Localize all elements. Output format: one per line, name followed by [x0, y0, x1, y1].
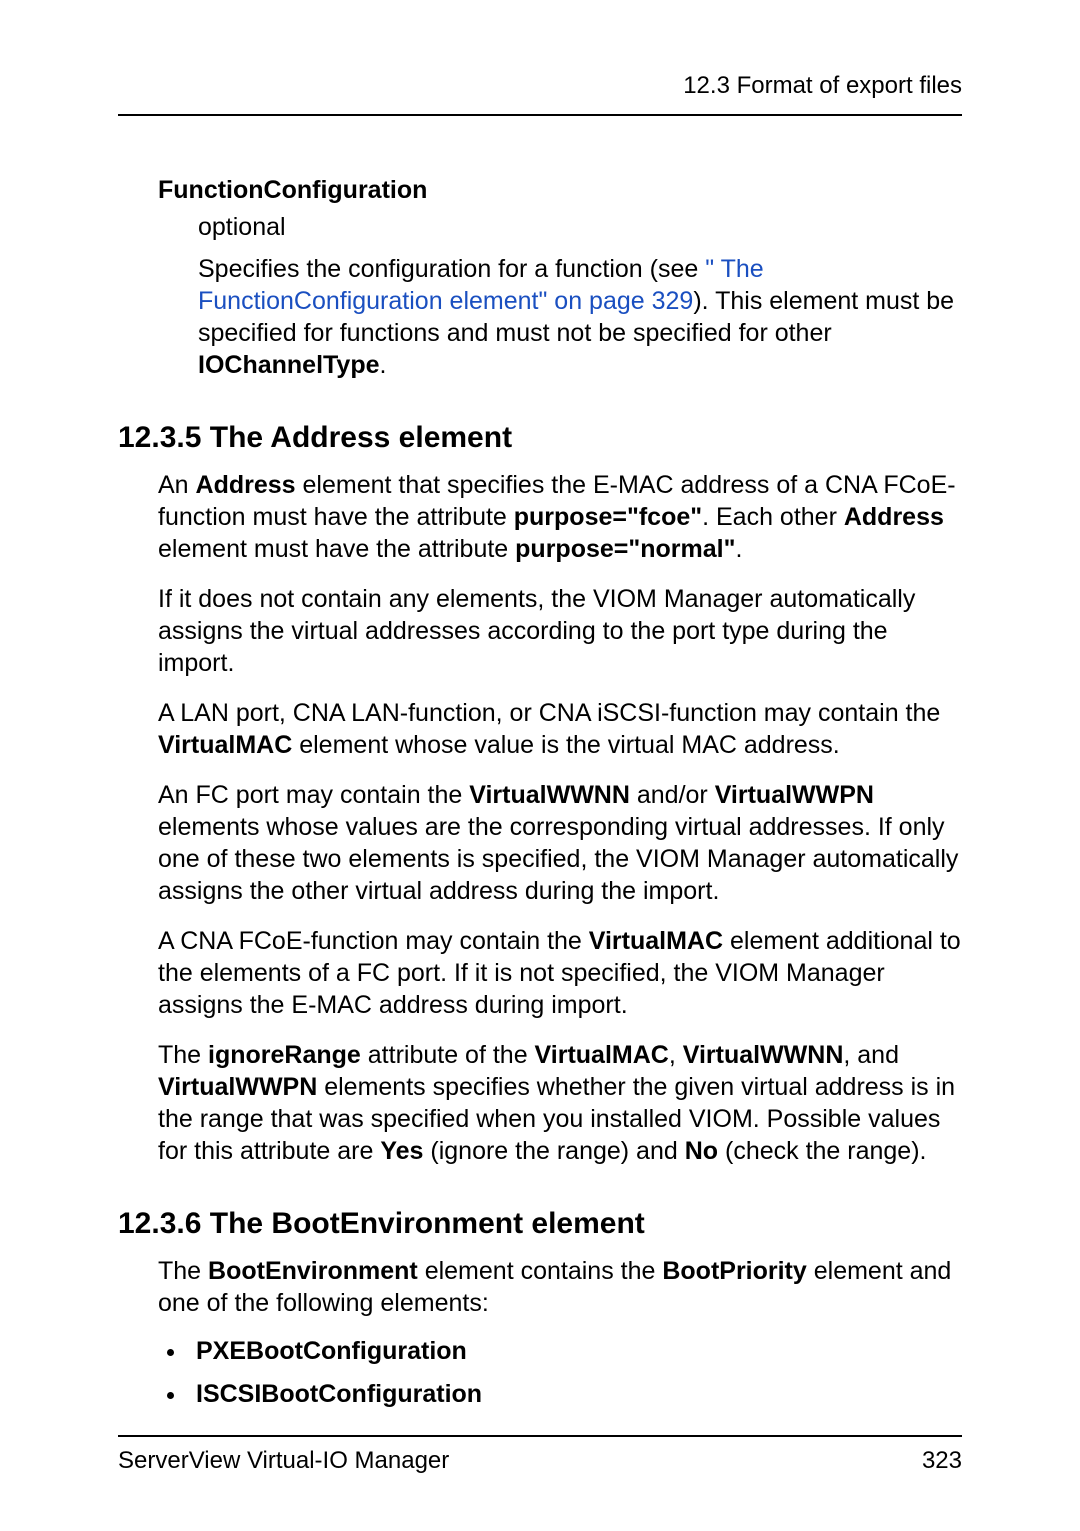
s1235-p6-g: (check the range). [718, 1137, 926, 1165]
s1235-p4-b1: VirtualWWNN [469, 781, 630, 809]
s1235-p6-b4: VirtualWWPN [158, 1073, 317, 1101]
s1236-bullets: PXEBootConfiguration ISCSIBootConfigurat… [188, 1337, 962, 1409]
s1235-p1-b4: purpose="normal" [515, 535, 735, 563]
s1235-p5-b1: VirtualMAC [589, 927, 723, 955]
section-1235-heading: 12.3.5 The Address element [118, 421, 962, 455]
bullet-pxe: PXEBootConfiguration [188, 1337, 962, 1366]
s1235-p1-b1: Address [196, 471, 296, 499]
s1235-p4-a: An FC port may contain the [158, 781, 469, 809]
s1235-p1-c: . Each other [702, 503, 844, 531]
s1235-p4-c: elements whose values are the correspond… [158, 813, 958, 905]
s1235-p3-b: element whose value is the virtual MAC a… [292, 731, 839, 759]
page-footer: ServerView Virtual-IO Manager 323 [118, 1435, 962, 1475]
s1235-p1: An Address element that specifies the E-… [158, 469, 962, 565]
s1236-p1-b2: BootPriority [662, 1257, 806, 1285]
s1235-p6-d: , and [843, 1041, 899, 1069]
footer-left: ServerView Virtual-IO Manager [118, 1447, 449, 1475]
s1235-p6-a: The [158, 1041, 208, 1069]
running-header: 12.3 Format of export files [118, 72, 962, 100]
header-rule [118, 114, 962, 116]
s1236-p1: The BootEnvironment element contains the… [158, 1255, 962, 1319]
s1235-p6-b1: ignoreRange [208, 1041, 361, 1069]
s1236-p1-b1: BootEnvironment [208, 1257, 418, 1285]
section-1235-body: An Address element that specifies the E-… [118, 469, 962, 1167]
s1235-p4-b: and/or [630, 781, 715, 809]
s1235-p4-b2: VirtualWWPN [715, 781, 874, 809]
page-container: 12.3 Format of export files FunctionConf… [0, 0, 1080, 1531]
function-configuration-block: optional Specifies the configuration for… [198, 211, 962, 381]
s1235-p5: A CNA FCoE-function may contain the Virt… [158, 925, 962, 1021]
s1235-p4: An FC port may contain the VirtualWWNN a… [158, 779, 962, 907]
footer-page-number: 323 [922, 1447, 962, 1475]
s1235-p3-b1: VirtualMAC [158, 731, 292, 759]
section-1236-heading: 12.3.6 The BootEnvironment element [118, 1207, 962, 1241]
s1235-p5-a: A CNA FCoE-function may contain the [158, 927, 589, 955]
s1235-p1-e: . [735, 535, 742, 563]
s1235-p3: A LAN port, CNA LAN-function, or CNA iSC… [158, 697, 962, 761]
s1235-p1-a: An [158, 471, 196, 499]
s1235-p2: If it does not contain any elements, the… [158, 583, 962, 679]
section-1236-body: The BootEnvironment element contains the… [118, 1255, 962, 1319]
s1235-p6-b5: Yes [380, 1137, 423, 1165]
s1235-p6-b: attribute of the [361, 1041, 535, 1069]
fc-text-after-link-2: . [380, 351, 387, 379]
function-configuration-title: FunctionConfiguration [158, 176, 962, 205]
s1235-p6-b2: VirtualMAC [535, 1041, 669, 1069]
s1236-p1-a: The [158, 1257, 208, 1285]
s1235-p1-b3: Address [844, 503, 944, 531]
fc-description: Specifies the configuration for a functi… [198, 253, 962, 381]
s1235-p6-b6: No [685, 1137, 718, 1165]
s1235-p3-a: A LAN port, CNA LAN-function, or CNA iSC… [158, 699, 940, 727]
s1236-p1-b: element contains the [418, 1257, 663, 1285]
s1235-p1-d: element must have the attribute [158, 535, 515, 563]
footer-rule [118, 1435, 962, 1437]
fc-iochanneltype: IOChannelType [198, 351, 380, 379]
s1235-p6-b3: VirtualWWNN [683, 1041, 844, 1069]
fc-text-before-link: Specifies the configuration for a functi… [198, 255, 705, 283]
s1235-p6: The ignoreRange attribute of the Virtual… [158, 1039, 962, 1167]
s1235-p6-c: , [669, 1041, 683, 1069]
s1235-p6-f: (ignore the range) and [423, 1137, 684, 1165]
fc-optional: optional [198, 211, 962, 243]
s1235-p1-b2: purpose="fcoe" [514, 503, 702, 531]
bullet-iscsi: ISCSIBootConfiguration [188, 1380, 962, 1409]
